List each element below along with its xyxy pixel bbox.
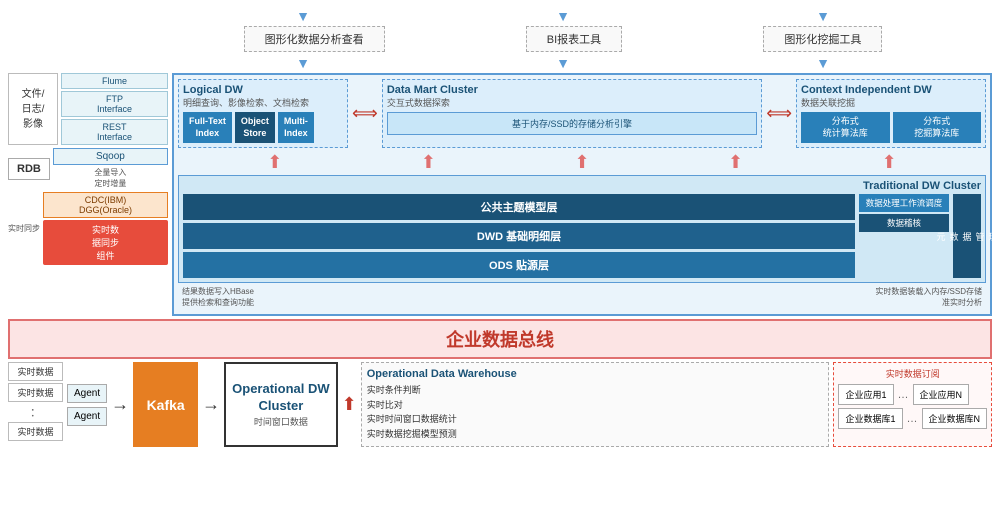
up-arrow-1: ⬆ <box>267 152 282 173</box>
logical-dw-boxes: Full-TextIndex ObjectStore Multi-Index <box>183 112 343 143</box>
rt-sync-label: 实时同步 <box>8 223 40 234</box>
bottom-section: 实时数据 实时数据 ： 实时数据 Agent Agent → Kafka → O… <box>8 362 992 447</box>
algo-boxes: 分布式 统计算法库 分布式 挖掘算法库 <box>801 112 981 143</box>
odw-item-4: 实时数据挖掘模型预测 <box>367 427 824 441</box>
logical-dw-subtitle: 明细查询、影像检索、文档检索 <box>183 96 343 109</box>
odw-item-2: 实时比对 <box>367 398 824 412</box>
op-dw-sub: 时间窗口数据 <box>232 415 330 428</box>
context-dw: Context Independent DW 数据关联挖掘 分布式 统计算法库 … <box>796 79 986 148</box>
annotation-left: 结果数据写入HBase 提供检索和查询功能 <box>182 286 254 308</box>
layer-theme: 公共主题模型层 <box>183 194 855 220</box>
db-n: 企业数据库N <box>922 408 988 429</box>
ellipsis-1: ： <box>8 404 63 420</box>
tool-bi: BI报表工具 <box>526 26 622 52</box>
sync-component: 实时数 据同步 组件 <box>43 220 168 265</box>
agent-box-2: Agent <box>67 407 107 426</box>
data-proc-box: 数据处理工作流调度 <box>859 194 949 212</box>
app-1: 企业应用1 <box>838 384 893 405</box>
bidir-arrow-2: ⟺ <box>766 79 792 148</box>
ellipsis-apps: … <box>898 389 909 401</box>
op-data-warehouse: Operational Data Warehouse 实时条件判断 实时比对 实… <box>361 362 830 447</box>
rt-subscribe-label: 实时数据订阅 <box>838 367 987 380</box>
object-store-box: ObjectStore <box>235 112 275 143</box>
main-container: ▼ ▼ ▼ 图形化数据分析查看 BI报表工具 图形化挖掘工具 ▼ ▼ ▼ 文件/… <box>0 0 1000 505</box>
arrow-down-4: ▼ <box>296 55 310 71</box>
odw-item-3: 实时时间窗口数据统计 <box>367 412 824 426</box>
meta-mgmt: 元 数 据 管 理 <box>953 194 981 278</box>
rt-data-4: 实时数据 <box>8 422 63 441</box>
top-tools-row: 图形化数据分析查看 BI报表工具 图形化挖掘工具 <box>173 26 953 52</box>
bidir-arrow-1: ⟺ <box>352 79 378 148</box>
up-arrow-2: ⬆ <box>421 152 436 173</box>
arrow-right-1: → <box>111 362 129 447</box>
agents-col: Agent Agent <box>67 362 107 447</box>
tool-visualization: 图形化数据分析查看 <box>244 26 385 52</box>
arrow-down-1: ▼ <box>296 8 310 24</box>
context-dw-subtitle: 数据关联挖掘 <box>801 96 981 109</box>
kafka-box: Kafka <box>133 362 198 447</box>
realtime-data-list: 实时数据 实时数据 ： 实时数据 <box>8 362 63 447</box>
context-dw-title: Context Independent DW <box>801 84 981 96</box>
data-mart-title: Data Mart Cluster <box>387 84 757 96</box>
up-arrow-5: ⬆ <box>882 152 897 173</box>
data-audit-box: 数据稽核 <box>859 214 949 232</box>
app-row-1: 企业应用1 … 企业应用N <box>838 384 987 405</box>
odw-title: Operational Data Warehouse <box>367 368 824 380</box>
dw-main-area: Logical DW 明细查询、影像检索、文档检索 Full-TextIndex… <box>172 73 992 316</box>
annotation-right: 实时数据装载入内存/SSD存储 准实时分析 <box>875 286 982 308</box>
app-n: 企业应用N <box>913 384 970 405</box>
odw-item-1: 实时条件判断 <box>367 383 824 397</box>
arrow-down-3: ▼ <box>816 8 830 24</box>
traditional-dw-inner: 公共主题模型层 DWD 基础明细层 ODS 贴源层 数据处理工作流调度 数据稽核… <box>183 194 981 278</box>
data-mart-subtitle: 交互式数据探索 <box>387 96 757 109</box>
arrow-updown: ⬆ <box>342 362 357 447</box>
algo-box-2: 分布式 挖掘算法库 <box>893 112 982 143</box>
annotations-row: 结果数据写入HBase 提供检索和查询功能 实时数据装载入内存/SSD存储 准实… <box>178 286 986 308</box>
arrow-down-2: ▼ <box>556 8 570 24</box>
ellipsis-dbs: … <box>907 413 918 425</box>
arrow-down-6: ▼ <box>816 55 830 71</box>
enterprise-bus: 企业数据总线 <box>8 319 992 359</box>
enterprise-apps: 实时数据订阅 企业应用1 … 企业应用N 企业数据库1 … 企业数据库N <box>833 362 992 447</box>
logical-dw: Logical DW 明细查询、影像检索、文档检索 Full-TextIndex… <box>178 79 348 148</box>
rdb-box: RDB <box>8 158 50 180</box>
dw-layers: 公共主题模型层 DWD 基础明细层 ODS 贴源层 <box>183 194 855 278</box>
rt-data-1: 实时数据 <box>8 362 63 381</box>
logical-dw-title: Logical DW <box>183 84 343 96</box>
ftp-box: FTP Interface <box>61 91 168 117</box>
top-dw-columns: Logical DW 明细查询、影像检索、文档检索 Full-TextIndex… <box>178 79 986 148</box>
rest-box: REST Interface <box>61 119 168 145</box>
rt-data-2: 实时数据 <box>8 383 63 402</box>
flume-box: Flume <box>61 73 168 89</box>
tool-mining: 图形化挖掘工具 <box>763 26 882 52</box>
layer-ods: ODS 贴源层 <box>183 252 855 278</box>
cdc-box: CDC(IBM) DGG(Oracle) <box>43 192 168 218</box>
up-arrow-3: ⬆ <box>574 152 589 173</box>
sqoop-box: Sqoop <box>53 148 168 165</box>
ssd-box: 基于内存/SSD的存储分析引擎 <box>387 112 757 135</box>
odw-items: 实时条件判断 实时比对 实时时间窗口数据统计 实时数据挖掘模型预测 <box>367 383 824 441</box>
traditional-dw-title: Traditional DW Cluster <box>183 180 981 192</box>
arrow-down-5: ▼ <box>556 55 570 71</box>
op-dw-title: Operational DW Cluster <box>232 381 330 415</box>
full-text-index-box: Full-TextIndex <box>183 112 232 143</box>
layer-dwd: DWD 基础明细层 <box>183 223 855 249</box>
up-arrow-4: ⬆ <box>728 152 743 173</box>
app-row-2: 企业数据库1 … 企业数据库N <box>838 408 987 429</box>
algo-box-1: 分布式 统计算法库 <box>801 112 890 143</box>
agent-box-1: Agent <box>67 384 107 403</box>
traditional-dw: Traditional DW Cluster 公共主题模型层 DWD 基础明细层… <box>178 175 986 283</box>
db-1: 企业数据库1 <box>838 408 902 429</box>
arrow-right-2: → <box>202 362 220 447</box>
multi-index-box: Multi-Index <box>278 112 314 143</box>
import-label: 全量导入 定时增量 <box>53 167 168 189</box>
file-source: 文件/ 日志/ 影像 <box>8 73 58 145</box>
op-dw-cluster: Operational DW Cluster 时间窗口数据 <box>224 362 338 447</box>
data-mart-cluster: Data Mart Cluster 交互式数据探索 基于内存/SSD的存储分析引… <box>382 79 762 148</box>
